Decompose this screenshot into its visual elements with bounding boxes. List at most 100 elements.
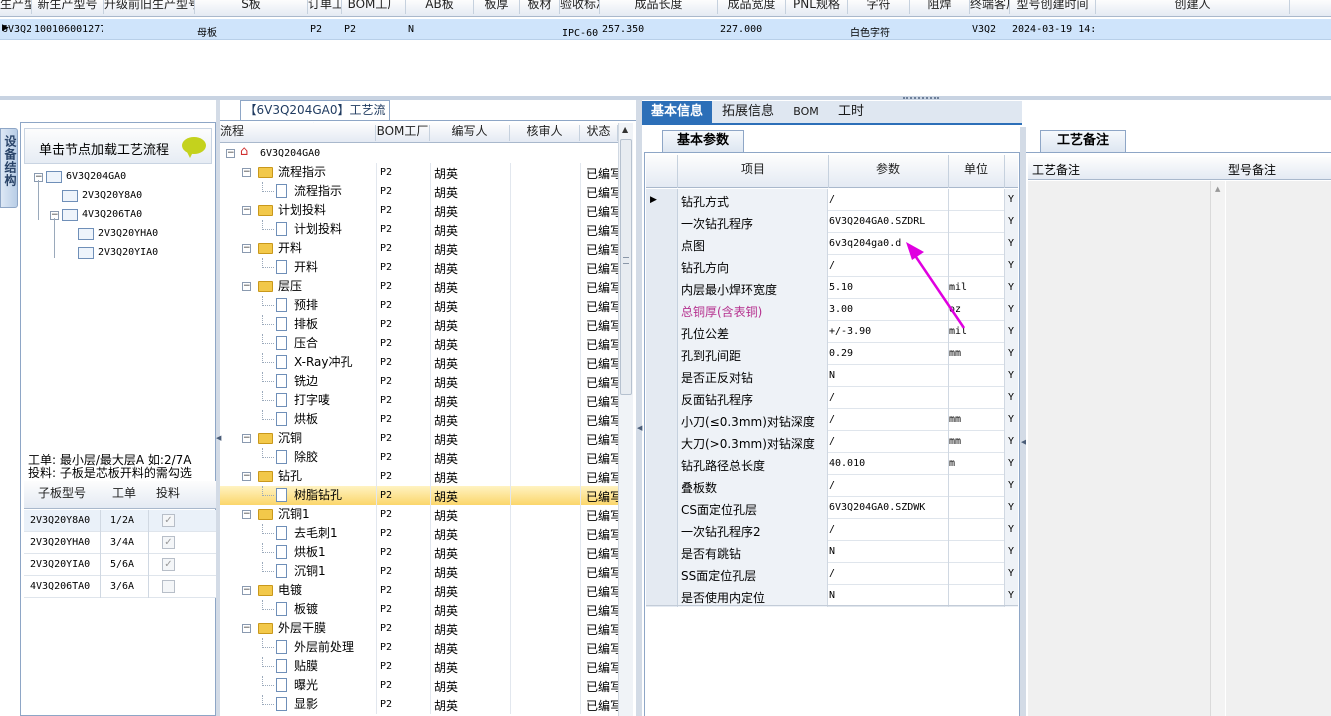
detail-row[interactable]: 钻孔路径总长度 40.010 m Y [646, 453, 1018, 475]
top-col-header[interactable]: 验收标准 [560, 0, 600, 14]
sub-board-checkbox[interactable]: ✓ [162, 514, 175, 527]
flow-row[interactable]: X-Ray冲孔 P2 胡英 已编写 [220, 353, 618, 372]
remark-model-area[interactable] [1226, 181, 1331, 716]
detail-value[interactable]: / [829, 392, 947, 403]
basic-params-subtab[interactable]: 基本参数 [662, 130, 744, 152]
expand-toggle-icon[interactable]: − [242, 586, 251, 595]
detail-col-header[interactable]: 单位 [948, 163, 1004, 179]
sub-board-row[interactable]: 2V3Q20YIA0 5/6A ✓ [24, 554, 216, 576]
flow-col-header[interactable]: 状态 [580, 125, 618, 141]
top-col-header[interactable]: BOM工厂 [342, 0, 406, 14]
top-col-header[interactable]: AB板 [406, 0, 474, 14]
detail-value[interactable]: N [829, 590, 947, 601]
detail-value[interactable]: / [829, 524, 947, 535]
middle-splitter[interactable] [636, 100, 642, 716]
expand-toggle-icon[interactable]: − [242, 472, 251, 481]
detail-row[interactable]: 叠板数 / Y [646, 475, 1018, 497]
top-col-header[interactable]: 板厚 [474, 0, 520, 14]
expand-toggle-icon[interactable]: − [242, 624, 251, 633]
top-col-header[interactable]: S板 [195, 0, 308, 14]
flow-row[interactable]: 去毛刺1 P2 胡英 已编写 [220, 524, 618, 543]
flow-row[interactable]: − 开料 P2 胡英 已编写 [220, 239, 618, 258]
flow-row[interactable]: 树脂钻孔 P2 胡英 已编写 [220, 486, 618, 505]
detail-row[interactable]: 大刀(>0.3mm)对钻深度 / mm Y [646, 431, 1018, 453]
flow-row[interactable]: 曝光 P2 胡英 已编写 [220, 676, 618, 695]
top-col-header[interactable]: 订单工厂 [308, 0, 342, 14]
expand-toggle-icon[interactable]: − [242, 244, 251, 253]
detail-row[interactable]: 是否使用内定位 N Y [646, 585, 1018, 607]
detail-value[interactable]: / [829, 480, 947, 491]
top-grid-row[interactable]: ▶ 6V3Q204GA010010600127735母板P2P2NIPC-601… [0, 19, 1331, 40]
flow-scrollbar[interactable]: ▲ [618, 123, 633, 716]
sub-board-checkbox[interactable]: ✓ [162, 558, 175, 571]
sub-board-checkbox[interactable] [162, 580, 175, 593]
flow-root-row[interactable]: − ⌂ 6V3Q204GA0 [220, 144, 618, 163]
sub-board-row[interactable]: 2V3Q20Y8A0 1/2A ✓ [24, 510, 216, 532]
flow-row[interactable]: − 沉铜 P2 胡英 已编写 [220, 429, 618, 448]
top-col-header[interactable]: 字符 [848, 0, 910, 14]
detail-row[interactable]: 是否有跳钻 N Y [646, 541, 1018, 563]
remark-scroll-up-icon[interactable]: ▲ [1215, 185, 1220, 193]
flow-row[interactable]: 外层前处理 P2 胡英 已编写 [220, 638, 618, 657]
detail-row[interactable]: 是否正反对钻 N Y [646, 365, 1018, 387]
detail-value[interactable]: N [829, 546, 947, 557]
flow-row[interactable]: 压合 P2 胡英 已编写 [220, 334, 618, 353]
detail-row[interactable]: 小刀(≤0.3mm)对钻深度 / mm Y [646, 409, 1018, 431]
flow-row[interactable]: 计划投料 P2 胡英 已编写 [220, 220, 618, 239]
detail-row[interactable]: 反面钻孔程序 / Y [646, 387, 1018, 409]
detail-value[interactable]: 6V3Q204GA0.SZDWK [829, 502, 947, 513]
flow-row[interactable]: 烘板 P2 胡英 已编写 [220, 410, 618, 429]
detail-row[interactable]: CS面定位孔层 6V3Q204GA0.SZDWK Y [646, 497, 1018, 519]
horizontal-splitter[interactable] [0, 96, 1331, 100]
scroll-thumb[interactable] [620, 139, 632, 395]
flow-row[interactable]: 板镀 P2 胡英 已编写 [220, 600, 618, 619]
flow-col-header[interactable]: 流程 [220, 125, 376, 141]
top-col-header[interactable]: 型号创建时间 [1010, 0, 1096, 14]
flow-row[interactable]: − 钻孔 P2 胡英 已编写 [220, 467, 618, 486]
detail-tab[interactable]: BOM [784, 101, 828, 123]
flow-row[interactable]: 开料 P2 胡英 已编写 [220, 258, 618, 277]
expand-toggle-icon[interactable]: − [242, 206, 251, 215]
detail-value[interactable]: 0.29 [829, 348, 947, 359]
flow-row[interactable]: − 电镀 P2 胡英 已编写 [220, 581, 618, 600]
flow-row[interactable]: − 流程指示 P2 胡英 已编写 [220, 163, 618, 182]
detail-value[interactable]: / [829, 194, 947, 205]
detail-col-header[interactable]: 项目 [678, 163, 828, 179]
left-vertical-tab[interactable]: 设备结构 [0, 128, 18, 208]
structure-tree-node[interactable]: 2V3Q20Y8A0 [82, 186, 142, 205]
flow-row[interactable]: 烘板1 P2 胡英 已编写 [220, 543, 618, 562]
flow-row[interactable]: − 计划投料 P2 胡英 已编写 [220, 201, 618, 220]
detail-value[interactable]: / [829, 568, 947, 579]
structure-tree-node[interactable]: 4V3Q206TA0 [82, 205, 142, 224]
sub-board-row[interactable]: 2V3Q20YHA0 3/4A ✓ [24, 532, 216, 554]
expand-toggle-icon[interactable]: − [226, 149, 235, 158]
flow-row[interactable]: − 外层干膜 P2 胡英 已编写 [220, 619, 618, 638]
sub-col-header[interactable]: 投料 [148, 487, 188, 503]
top-col-header[interactable]: 升级前旧生产型号 [104, 0, 195, 14]
flow-row[interactable]: 除胶 P2 胡英 已编写 [220, 448, 618, 467]
top-col-header[interactable]: 阻焊 [910, 0, 970, 14]
sub-col-header[interactable]: 子板型号 [24, 487, 100, 503]
detail-value[interactable]: N [829, 370, 947, 381]
detail-row[interactable]: SS面定位孔层 / Y [646, 563, 1018, 585]
top-col-header[interactable]: 生产型号 [0, 0, 32, 14]
expand-toggle-icon[interactable]: − [242, 434, 251, 443]
detail-row[interactable]: 一次钻孔程序 6V3Q204GA0.SZDRL Y [646, 211, 1018, 233]
sub-board-row[interactable]: 4V3Q206TA0 3/6A [24, 576, 216, 598]
detail-row[interactable]: 孔到孔间距 0.29 mm Y [646, 343, 1018, 365]
flow-row[interactable]: 打字唛 P2 胡英 已编写 [220, 391, 618, 410]
flow-col-header[interactable]: 编写人 [430, 125, 510, 141]
detail-col-header[interactable]: 参数 [828, 163, 948, 179]
flow-row[interactable]: − 沉铜1 P2 胡英 已编写 [220, 505, 618, 524]
structure-tree-node[interactable]: 6V3Q204GA0 [66, 167, 126, 186]
detail-row[interactable]: ▶ 钻孔方式 / Y [646, 189, 1018, 211]
flow-row[interactable]: 铣边 P2 胡英 已编写 [220, 372, 618, 391]
sub-board-checkbox[interactable]: ✓ [162, 536, 175, 549]
scroll-up-icon[interactable]: ▲ [622, 125, 628, 134]
flow-row[interactable]: 沉铜1 P2 胡英 已编写 [220, 562, 618, 581]
remark-tab[interactable]: 工艺备注 [1040, 130, 1126, 152]
expand-toggle-icon[interactable]: − [242, 282, 251, 291]
top-col-header[interactable]: 终端客户代码 [970, 0, 1010, 14]
expand-toggle-icon[interactable]: − [242, 168, 251, 177]
remark-process-area[interactable] [1028, 181, 1225, 716]
